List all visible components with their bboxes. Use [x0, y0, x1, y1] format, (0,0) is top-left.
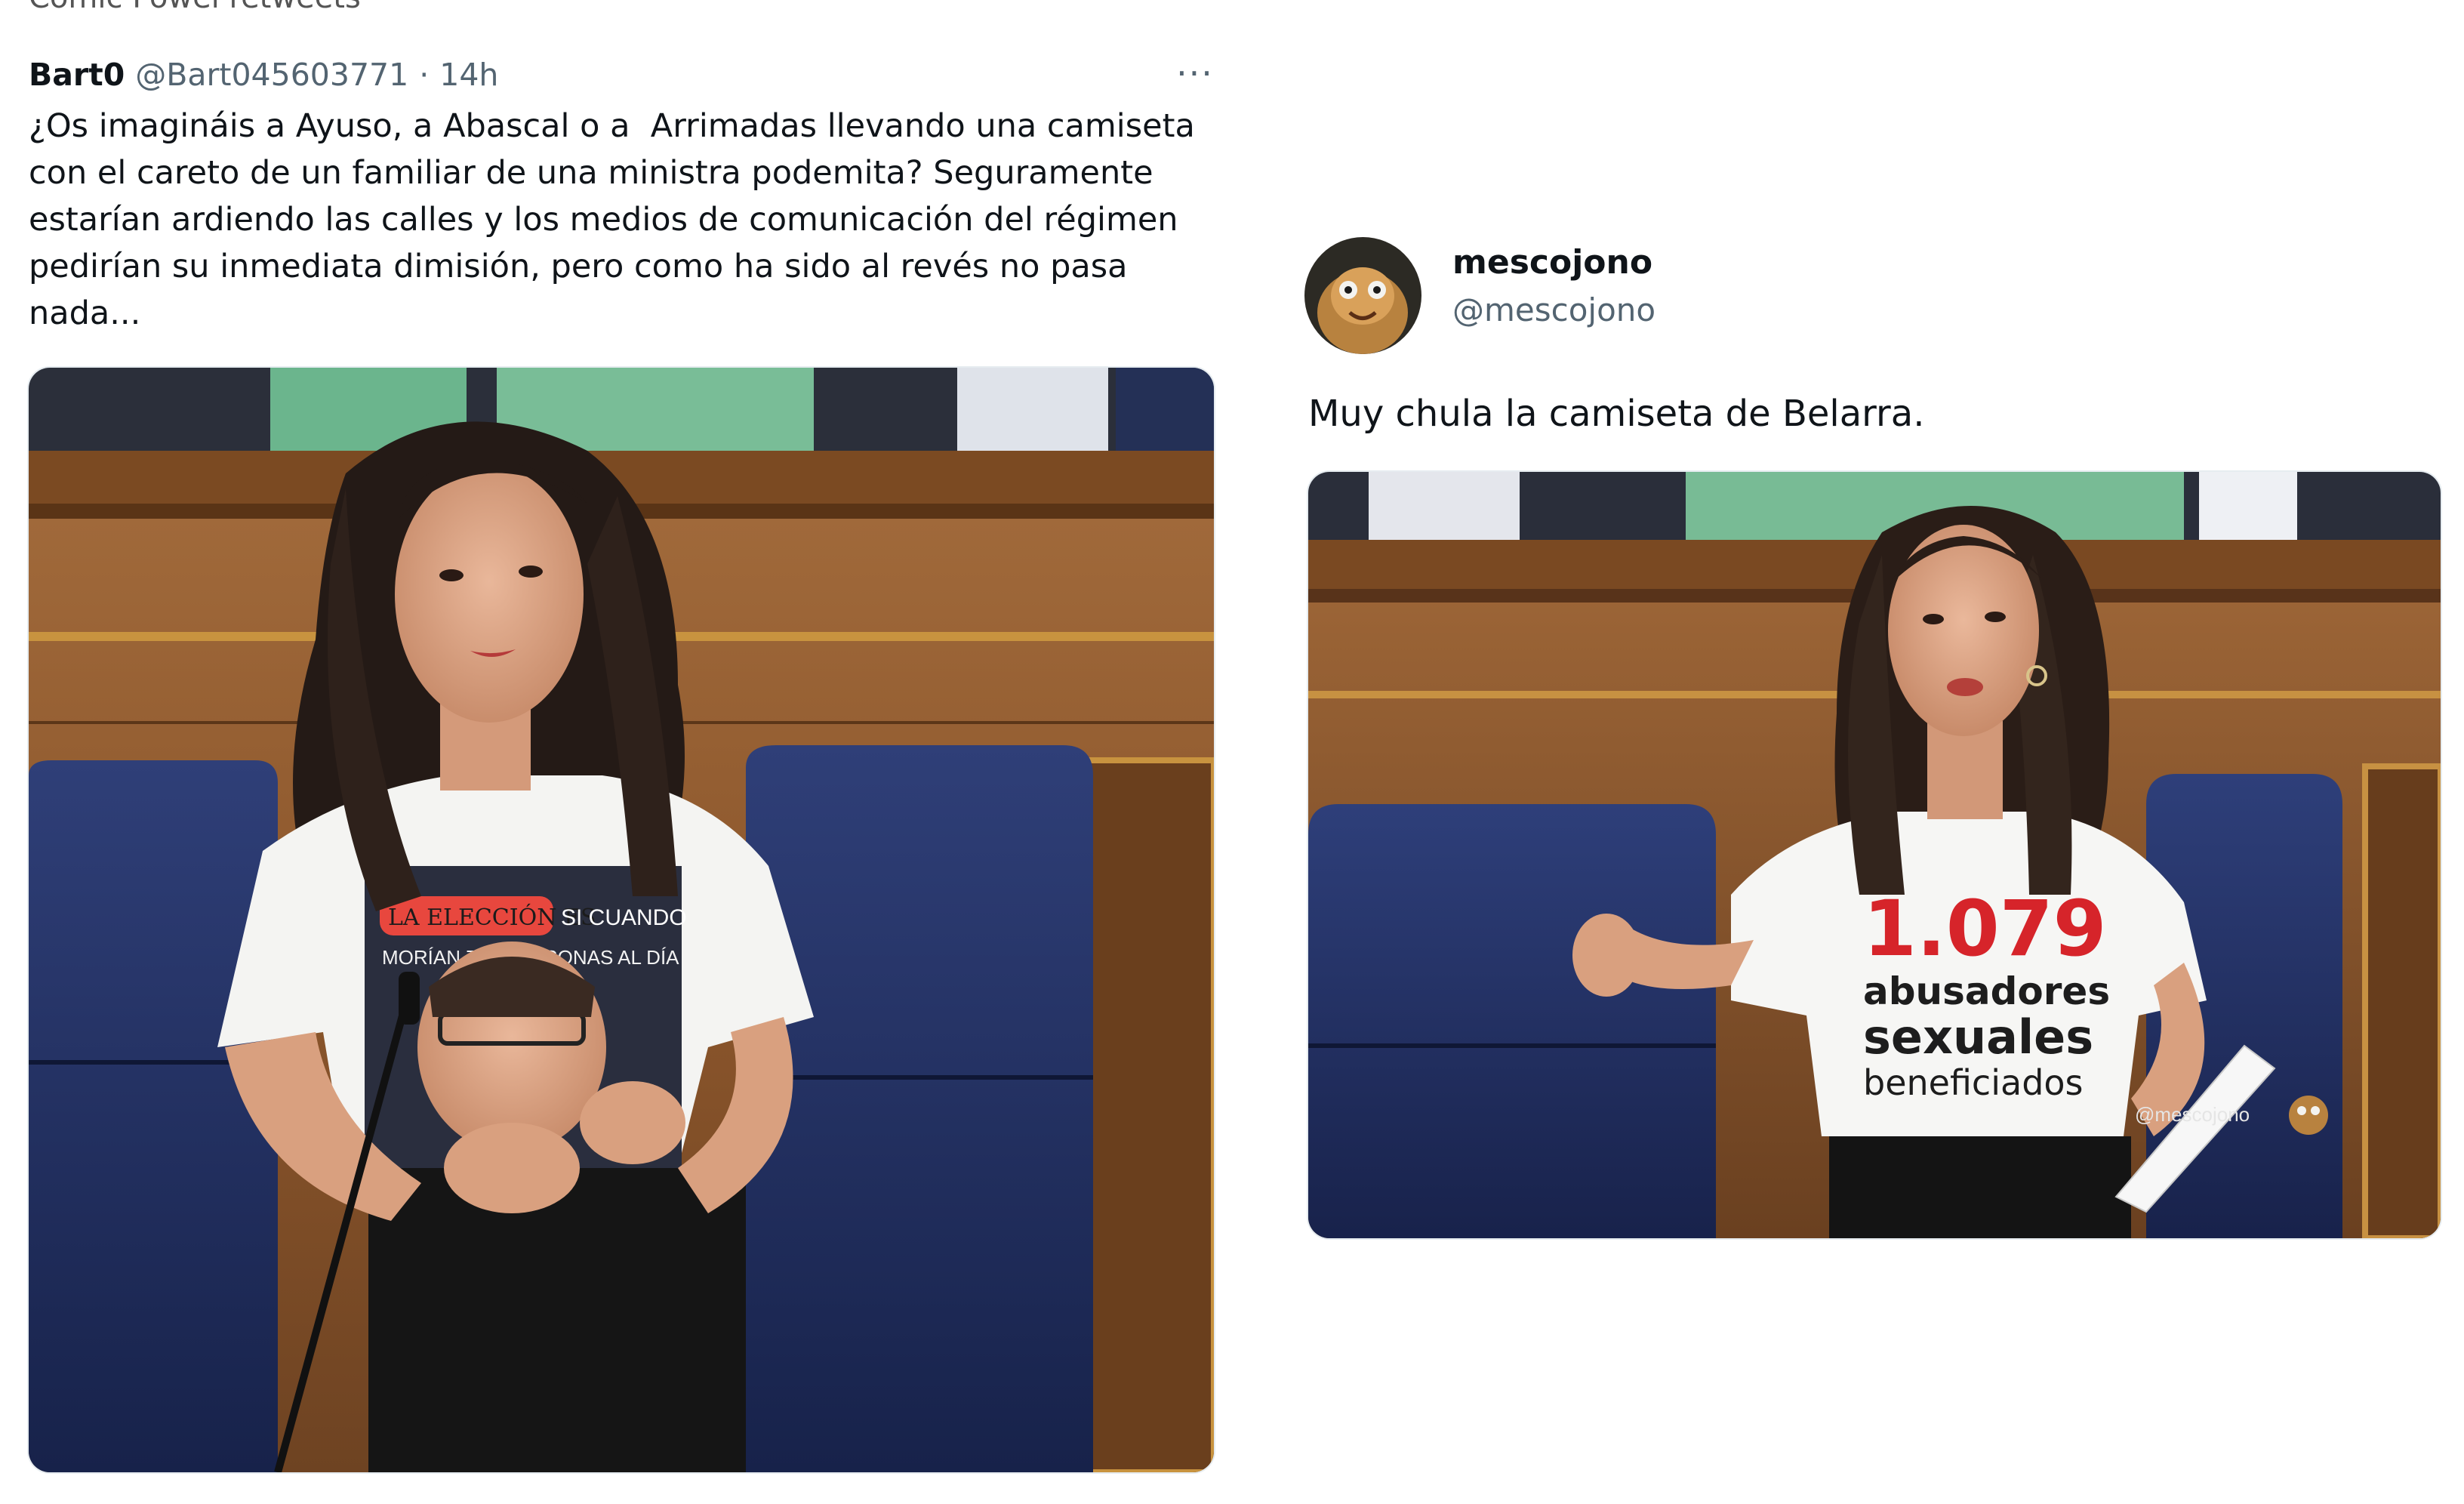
shirt-line-beneficiados: beneficiados — [1863, 1062, 2084, 1103]
image-watermark: @mescojono — [2135, 1103, 2250, 1126]
avatar[interactable] — [1304, 237, 1421, 354]
retweet-context-text: Cómic Powel retweets — [29, 0, 383, 15]
tweet-media-photo[interactable]: 1.079 abusadores sexuales beneficiados @… — [1308, 472, 2441, 1238]
separator-dot: · — [419, 57, 430, 93]
monkey-avatar-icon — [1304, 237, 1421, 354]
author-handle[interactable]: @Bart045603771 — [135, 57, 408, 93]
author-name[interactable]: mescojono — [1452, 243, 1652, 282]
retweet-context: Cómic Powel retweets — [29, 0, 383, 30]
more-icon: ··· — [1176, 53, 1214, 94]
shirt-number: 1.079 — [1863, 884, 2107, 974]
shirt-line-abusadores: abusadores — [1863, 969, 2110, 1013]
tweet-text: ¿Os imagináis a Ayuso, a Abascal o a Arr… — [29, 107, 1195, 332]
shirt-text-2: SI CUANDO — [561, 905, 687, 930]
more-options-button[interactable]: ··· — [1169, 53, 1221, 94]
tweet-media-photo[interactable]: LA ELECCIÓN ES SI CUANDO MORÍAN 700 PERS… — [29, 368, 1214, 1472]
shirt-line-sexuales: sexuales — [1863, 1009, 2093, 1065]
tweet-timestamp[interactable]: 14h — [439, 57, 498, 93]
tweet-text: Muy chula la camiseta de Belarra. — [1308, 393, 1925, 435]
tweet-header: Bart0 @Bart045603771 · 14h — [29, 54, 498, 95]
author-handle[interactable]: @mescojono — [1452, 291, 1656, 328]
author-name[interactable]: Bart0 — [29, 57, 125, 93]
